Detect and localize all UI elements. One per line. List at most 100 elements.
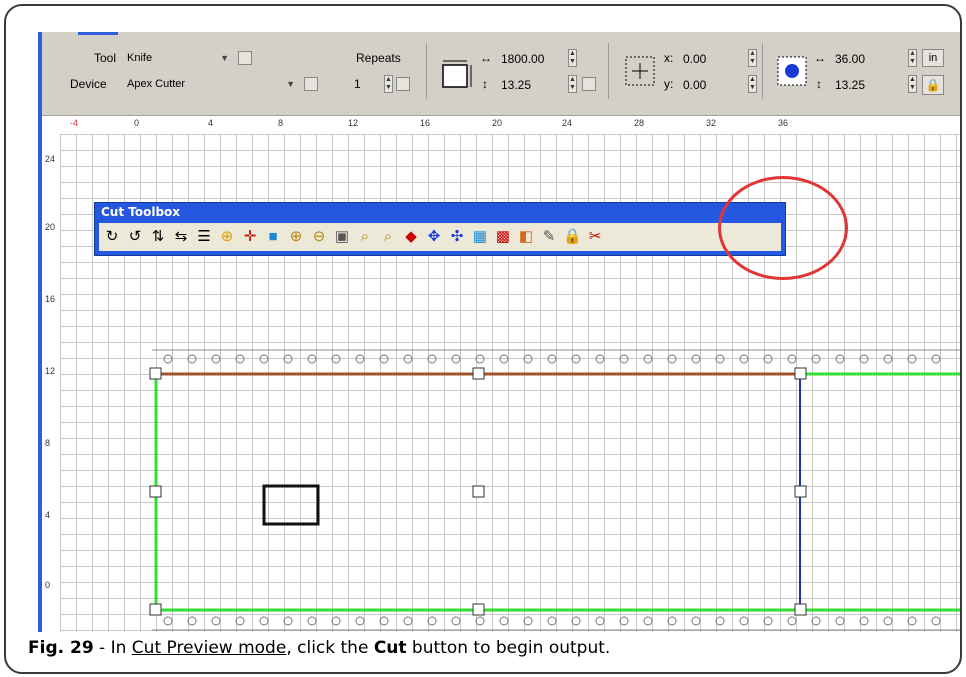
divider — [426, 43, 427, 99]
zoom-in-icon[interactable]: ⊕ — [287, 228, 305, 246]
registration-marks-bottom — [163, 616, 941, 626]
ruler-tick: 0 — [134, 118, 140, 128]
ruler-tick: 24 — [562, 118, 573, 128]
height2-spinner[interactable]: ▲ ▼ — [908, 75, 917, 93]
height2-arrow-icon: ↕ — [816, 77, 822, 91]
ruler-tick: 0 — [45, 580, 51, 590]
weed-icon[interactable]: ◆ — [402, 228, 420, 246]
selection-handles — [149, 367, 807, 616]
move-icon[interactable]: ✥ — [425, 228, 443, 246]
device-select[interactable]: Apex Cutter ▼ — [122, 75, 298, 92]
figure-frame: Tool Knife ▼ Device Apex Cutter ▼ Repeat… — [4, 4, 962, 674]
width-arrow-icon: ↔ — [480, 51, 492, 65]
zoom-fit-icon[interactable]: ▣ — [333, 228, 351, 246]
highlight-circle — [718, 176, 848, 280]
ruler-tick: -4 — [70, 118, 79, 128]
position-icon — [625, 56, 655, 86]
cut-toolbox-buttons: ↻ ↺ ⇅ ⇆ ☰ ⊕ ✛ ■ ⊕ ⊖ ▣ ⌕ ⌕ ◆ ✥ ✣ ▦ ▩ ◧ ✎ … — [99, 223, 781, 251]
rotate-ccw-icon[interactable]: ↺ — [126, 228, 144, 246]
tool-label: Tool — [94, 51, 117, 65]
width2-field[interactable]: 36.00 — [830, 49, 894, 67]
figure-caption: Fig. 29 - In Cut Preview mode, click the… — [28, 638, 610, 658]
repeats-spinner[interactable]: ▲ ▼ — [384, 75, 393, 93]
properties-toolbar: Tool Knife ▼ Device Apex Cutter ▼ Repeat… — [42, 35, 960, 116]
ruler-tick: 8 — [45, 438, 51, 448]
tool-settings-button[interactable] — [238, 51, 252, 65]
repeats-value[interactable]: 1 — [354, 77, 361, 91]
align-icon[interactable]: ☰ — [195, 228, 213, 246]
figure-number: Fig. 29 — [28, 638, 94, 658]
width2-spinner[interactable]: ▲ ▼ — [908, 49, 917, 67]
width2-arrow-icon: ↔ — [814, 51, 826, 65]
divider — [762, 43, 763, 99]
ruler-tick: 12 — [348, 118, 359, 128]
ruler-tick: 8 — [278, 118, 284, 128]
size-lock-button[interactable] — [582, 77, 596, 91]
ruler-tick: 12 — [45, 366, 56, 376]
height-arrow-icon: ↕ — [482, 77, 488, 91]
ruler-tick: 24 — [45, 154, 56, 164]
color-icon[interactable]: ◧ — [517, 228, 535, 246]
caption-mode: Cut Preview mode — [131, 638, 287, 658]
lock-icon[interactable]: 🔒 — [922, 75, 944, 95]
ruler-tick: 28 — [634, 118, 645, 128]
caption-text: , click the — [286, 638, 374, 658]
vertical-ruler: 24 20 16 12 8 4 0 — [42, 134, 61, 632]
tool-select[interactable]: Knife ▼ — [122, 49, 232, 66]
target-icon[interactable]: ⊕ — [218, 228, 236, 246]
units-button[interactable]: in — [922, 49, 944, 67]
divider — [608, 43, 609, 99]
y-label: y: — [664, 77, 674, 91]
width-spinner[interactable]: ▲ ▼ — [568, 49, 577, 67]
cut-toolbox[interactable]: Cut Toolbox ↻ ↺ ⇅ ⇆ ☰ ⊕ ✛ ■ ⊕ ⊖ ▣ ⌕ ⌕ ◆ … — [94, 202, 786, 256]
scale-icon — [777, 56, 807, 86]
width-field[interactable]: 1800.00 — [496, 49, 568, 67]
ruler-tick: 36 — [778, 118, 789, 128]
x-spinner[interactable]: ▲ ▼ — [748, 49, 757, 67]
select-icon[interactable]: ▦ — [471, 228, 489, 246]
tile-icon[interactable]: ▩ — [494, 228, 512, 246]
ruler-tick: 4 — [45, 510, 51, 520]
repeats-button[interactable] — [396, 77, 410, 91]
x-label: x: — [664, 51, 674, 65]
rectangle-shape — [262, 484, 320, 526]
ruler-tick: 20 — [492, 118, 503, 128]
horizontal-ruler: -4 0 4 8 12 16 20 24 28 32 36 — [42, 116, 960, 135]
ruler-tick: 4 — [208, 118, 214, 128]
ruler-tick: 16 — [45, 294, 56, 304]
caption-text: - In — [93, 638, 132, 658]
device-settings-button[interactable] — [304, 77, 318, 91]
tool-value: Knife — [127, 52, 153, 64]
y-spinner[interactable]: ▲ ▼ — [748, 75, 757, 93]
rotate-cw-icon[interactable]: ↻ — [103, 228, 121, 246]
zoom-out-icon[interactable]: ⊖ — [310, 228, 328, 246]
fill-icon[interactable]: ■ — [264, 228, 282, 246]
chevron-down-icon: ▼ — [286, 79, 295, 89]
caption-button-name: Cut — [373, 638, 407, 658]
ruler-tick: 32 — [706, 118, 717, 128]
crosshair-icon[interactable]: ✛ — [241, 228, 259, 246]
lock-icon[interactable]: 🔒 — [563, 228, 582, 246]
zoom-window-icon[interactable]: ⌕ — [356, 228, 374, 246]
cut-toolbox-title: Cut Toolbox — [101, 205, 181, 219]
cut-icon[interactable]: ✂ — [586, 228, 604, 246]
y-field[interactable]: 0.00 — [678, 75, 732, 93]
zoom-page-icon[interactable]: ⌕ — [379, 228, 397, 246]
app-screenshot: Tool Knife ▼ Device Apex Cutter ▼ Repeat… — [38, 32, 960, 632]
registration-marks-top — [163, 354, 941, 364]
ruler-tick: 20 — [45, 222, 56, 232]
tool-icon[interactable]: ✎ — [540, 228, 558, 246]
height2-field[interactable]: 13.25 — [830, 75, 894, 93]
repeats-label: Repeats — [356, 51, 401, 65]
size-frame-icon — [442, 60, 472, 88]
caption-text: button to begin output. — [406, 638, 611, 658]
jog-icon[interactable]: ✣ — [448, 228, 466, 246]
ruler-tick: 16 — [420, 118, 431, 128]
device-value: Apex Cutter — [127, 78, 186, 90]
height-spinner[interactable]: ▲ ▼ — [568, 75, 577, 93]
x-field[interactable]: 0.00 — [678, 49, 732, 67]
height-field[interactable]: 13.25 — [496, 75, 568, 93]
chevron-down-icon: ▼ — [220, 53, 229, 63]
mirror-horizontal-icon[interactable]: ⇆ — [172, 228, 190, 246]
mirror-vertical-icon[interactable]: ⇅ — [149, 228, 167, 246]
